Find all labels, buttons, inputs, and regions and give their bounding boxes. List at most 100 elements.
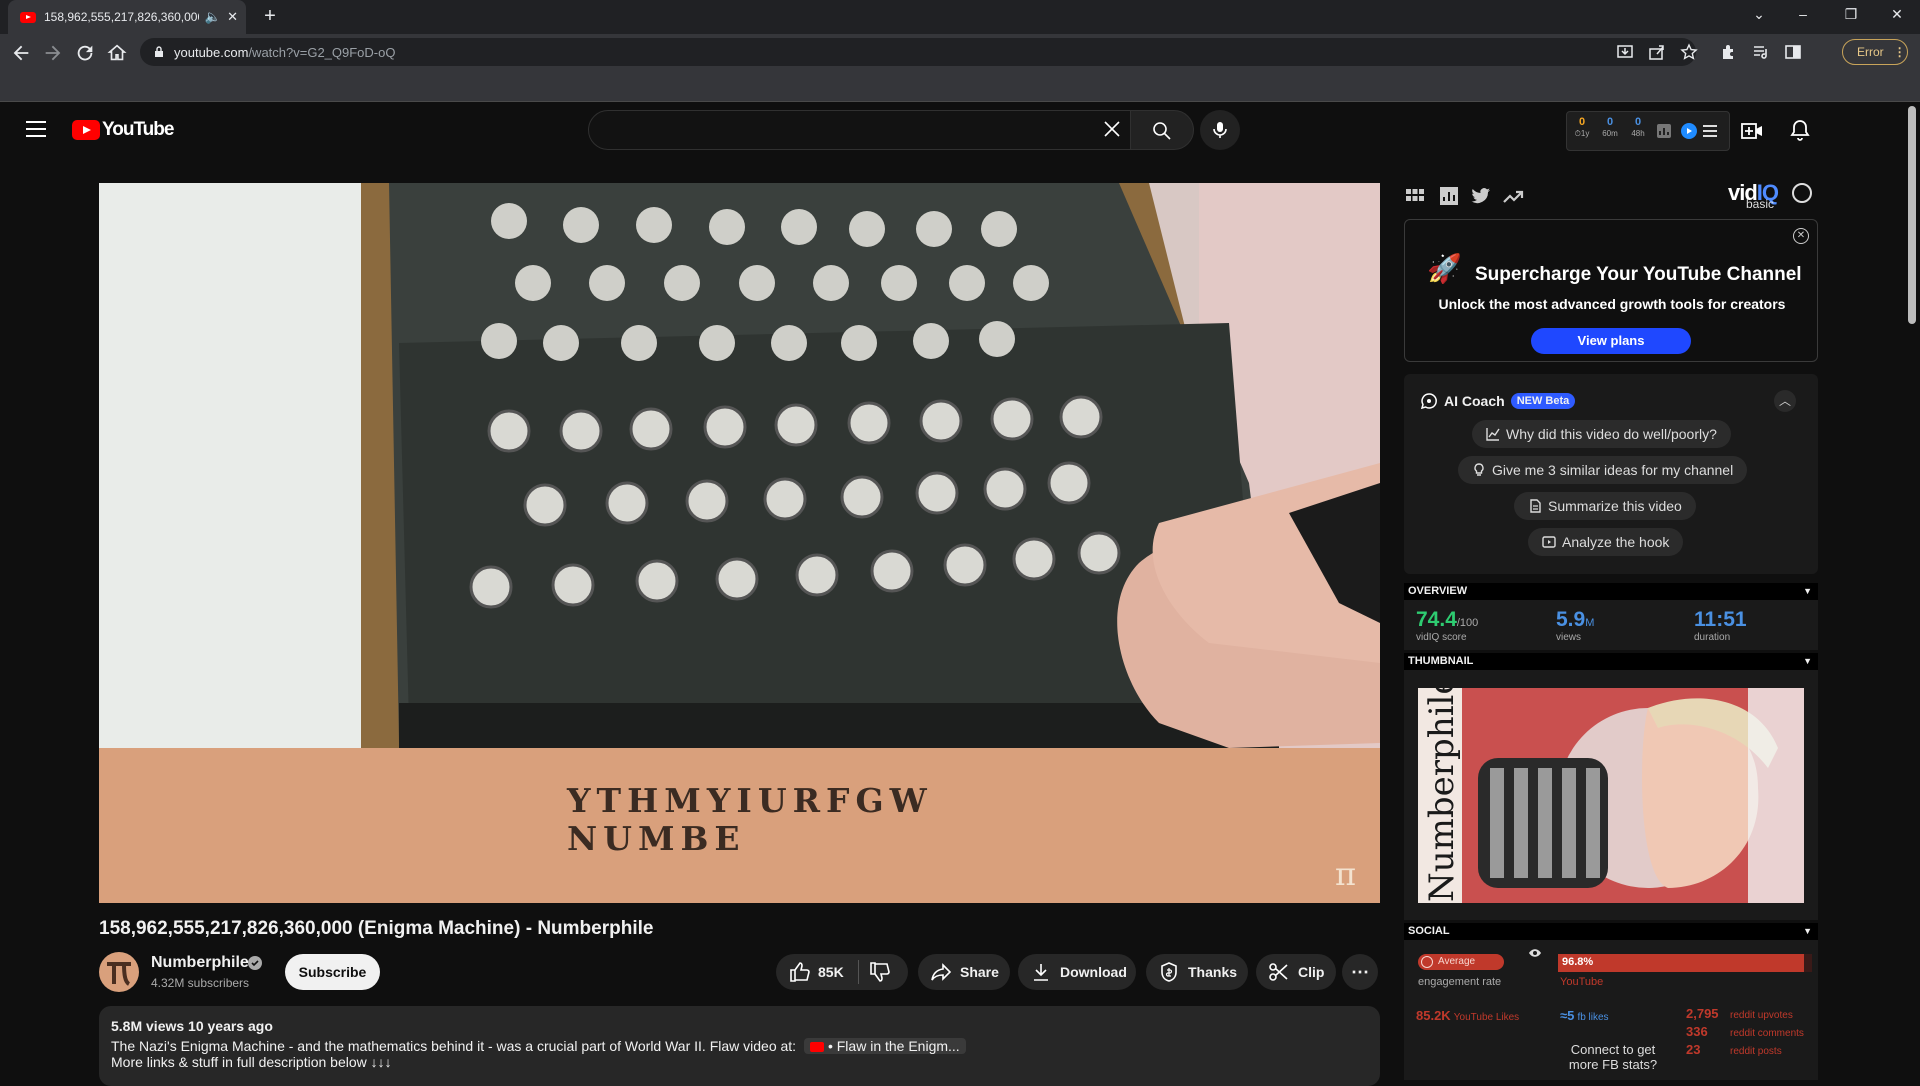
notifications-bell-icon[interactable]	[1788, 118, 1812, 142]
tab-search-chevron-icon[interactable]: ⌄	[1748, 6, 1770, 23]
engagement-label: engagement rate	[1418, 976, 1502, 988]
speaker-icon[interactable]: 🔈	[205, 9, 221, 25]
url-host: youtube.com	[174, 44, 249, 60]
eye-icon[interactable]	[1528, 948, 1542, 958]
clip-button[interactable]: Clip	[1256, 954, 1336, 990]
expand-triangle-icon: ▼	[1803, 586, 1812, 596]
search-button[interactable]	[1130, 110, 1194, 150]
video-player[interactable]: YTHMYIURFGW NUMBE π	[99, 183, 1380, 903]
vidiq-menu-icon[interactable]	[1703, 125, 1717, 137]
overview-section-header[interactable]: OVERVIEW ▼	[1404, 583, 1818, 600]
thumbs-down-icon[interactable]	[868, 961, 890, 983]
overview-stats: 74.4/100 vidIQ score 5.9M views 11:51 du…	[1404, 600, 1818, 650]
browser-toolbar: youtube.com/watch?v=G2_Q9FoD-oQ Error ⋮	[0, 34, 1920, 70]
channel-name[interactable]: Numberphile	[151, 954, 249, 972]
verified-check-icon	[248, 956, 262, 970]
reload-icon[interactable]	[74, 42, 96, 64]
coach-collapse-icon[interactable]: ︿	[1774, 390, 1796, 412]
more-actions-button[interactable]: ⋯	[1342, 954, 1378, 990]
clip-label: Clip	[1298, 964, 1325, 980]
new-tab-button[interactable]: +	[258, 4, 282, 28]
scrollbar-thumb[interactable]	[1908, 106, 1916, 324]
forward-arrow-icon[interactable]	[42, 42, 64, 64]
vidiq-mini-stats[interactable]: 0 ⏱1y 0 60m 0 48h	[1566, 111, 1730, 151]
thumbnail-panel: Numberphile	[1404, 670, 1818, 920]
profile-error-button[interactable]: Error ⋮	[1842, 39, 1908, 65]
restore-button[interactable]: ❐	[1840, 6, 1862, 23]
share-page-icon[interactable]	[1648, 43, 1666, 61]
microphone-icon	[1213, 122, 1227, 138]
engagement-badge: Average	[1418, 954, 1504, 970]
vidiq-logo-badge-icon[interactable]	[1681, 123, 1697, 139]
video-frame-icon	[1542, 536, 1556, 548]
linked-video-chip[interactable]: • Flaw in the Enigm...	[803, 1038, 966, 1054]
numberphile-vertical-text: Numberphile	[1422, 688, 1462, 902]
vidiq-grid-icon[interactable]	[1404, 185, 1426, 207]
vidiq-stats-icon[interactable]	[1438, 185, 1460, 207]
fb-connect-prompt[interactable]: Connect to get more FB stats?	[1564, 1042, 1662, 1072]
youtube-logo[interactable]: YouTube	[72, 119, 174, 141]
tab-close-icon[interactable]: ✕	[227, 9, 238, 25]
vidiq-stat-48h: 0 48h	[1631, 116, 1645, 138]
coach-question-hook[interactable]: Analyze the hook	[1528, 528, 1684, 556]
promo-subtitle: Unlock the most advanced growth tools fo…	[1438, 296, 1786, 312]
twitter-bird-icon[interactable]	[1470, 185, 1492, 207]
youtube-favicon-icon	[20, 11, 36, 23]
coach-question-ideas[interactable]: Give me 3 similar ideas for my channel	[1458, 456, 1748, 484]
address-bar[interactable]: youtube.com/watch?v=G2_Q9FoD-oQ	[140, 38, 1696, 66]
create-video-icon[interactable]	[1740, 119, 1764, 143]
voice-search-button[interactable]	[1200, 110, 1240, 150]
thanks-button[interactable]: Thanks	[1146, 954, 1248, 990]
download-button[interactable]: Download	[1018, 954, 1136, 990]
coach-question-summarize[interactable]: Summarize this video	[1514, 492, 1696, 520]
like-count[interactable]: 85K	[818, 964, 844, 980]
coach-question-performance[interactable]: Why did this video do well/poorly?	[1472, 420, 1731, 448]
channel-avatar[interactable]	[99, 952, 139, 992]
video-thumbnail[interactable]: Numberphile	[1418, 688, 1804, 903]
install-app-icon[interactable]	[1616, 43, 1634, 61]
youtube-likes-stat: 85.2K YouTube Likes	[1416, 1008, 1520, 1023]
description-text: The Nazi's Enigma Machine - and the math…	[111, 1038, 797, 1054]
home-icon[interactable]	[106, 42, 128, 64]
url-path: /watch?v=G2_Q9FoD-oQ	[248, 44, 396, 60]
share-button[interactable]: Share	[918, 954, 1010, 990]
promo-close-icon[interactable]: ✕	[1793, 228, 1809, 244]
browser-tabbar: 158,962,555,217,826,360,000 🔈 ✕ + ⌄ – ❐ …	[0, 0, 1920, 34]
youtube-source-label: YouTube	[1560, 976, 1604, 988]
search-clear-icon[interactable]	[1100, 117, 1124, 141]
side-panel-icon[interactable]	[1784, 43, 1802, 61]
lock-icon[interactable]	[154, 46, 164, 58]
description-box[interactable]: 5.8M views 10 years ago The Nazi's Enigm…	[99, 1006, 1380, 1086]
social-section-header[interactable]: SOCIAL ▼	[1404, 923, 1818, 940]
cipher-text-line: YTHMYIURFGW	[567, 781, 933, 820]
search-input[interactable]	[588, 110, 1148, 150]
extensions-puzzle-icon[interactable]	[1720, 43, 1738, 61]
like-divider	[858, 960, 859, 984]
close-window-button[interactable]: ✕	[1886, 6, 1908, 23]
document-icon	[1530, 499, 1541, 513]
bookmark-star-icon[interactable]	[1680, 43, 1698, 61]
promo-title: Supercharge Your YouTube Channel	[1475, 264, 1802, 285]
thumbs-up-icon[interactable]	[788, 961, 810, 983]
thumbnail-section-header[interactable]: THUMBNAIL ▼	[1404, 653, 1818, 670]
linked-video-title: • Flaw in the Enigm...	[827, 1038, 960, 1054]
back-arrow-icon[interactable]	[10, 42, 32, 64]
vidiq-collapse-chevron-icon[interactable]	[1792, 183, 1812, 203]
subscribe-button[interactable]: Subscribe	[285, 954, 380, 990]
vidiq-stat-60m: 0 60m	[1602, 116, 1618, 138]
browser-tab[interactable]: 158,962,555,217,826,360,000 🔈 ✕	[8, 0, 246, 34]
vidiq-plan-label: basic	[1746, 197, 1775, 211]
rocket-icon: 🚀	[1427, 253, 1462, 284]
youtube-share-fill	[1558, 954, 1804, 972]
minimize-button[interactable]: –	[1792, 6, 1814, 22]
menu-hamburger-icon[interactable]	[26, 121, 46, 137]
description-line: The Nazi's Enigma Machine - and the math…	[111, 1038, 1368, 1054]
description-more-line: More links & stuff in full description b…	[111, 1054, 392, 1070]
line-chart-icon	[1486, 428, 1500, 441]
ai-coach-title: AI Coach	[1444, 393, 1505, 409]
view-plans-button[interactable]: View plans	[1531, 328, 1691, 354]
trending-up-icon[interactable]	[1502, 185, 1524, 207]
media-queue-icon[interactable]	[1752, 43, 1770, 61]
vidiq-chart-icon[interactable]	[1657, 124, 1671, 138]
fb-likes-stat: ≈5 fb likes	[1560, 1008, 1609, 1023]
